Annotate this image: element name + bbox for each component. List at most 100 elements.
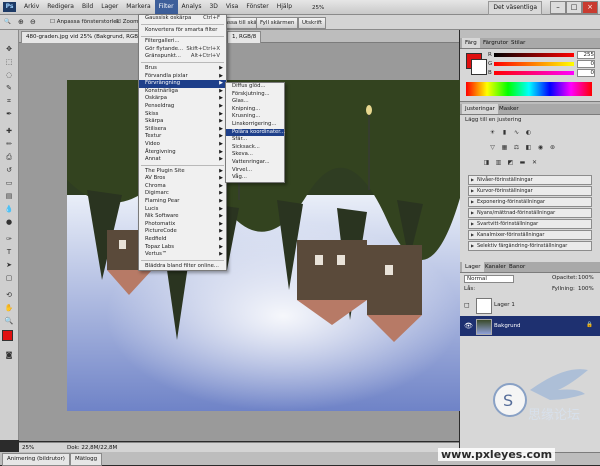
menu-item[interactable]: Oskärpa ▶ (139, 95, 226, 103)
menu-7[interactable]: 3D (205, 0, 221, 14)
tab-adjustments[interactable]: Justeringar (462, 104, 498, 114)
menu-item[interactable]: Förvrängning ▶ (139, 80, 226, 88)
layer-row-background[interactable]: 👁 Bakgrund 🔒 (460, 316, 600, 336)
menu-item[interactable]: Annat ▶ (139, 156, 226, 164)
menu-item[interactable]: Redfield ▶ (139, 236, 226, 244)
menu-1[interactable]: Redigera (43, 0, 78, 14)
type-tool-icon[interactable]: T (3, 247, 15, 258)
channel-b-slider[interactable] (494, 71, 574, 75)
channel-g-slider[interactable] (494, 62, 574, 66)
preset-item[interactable]: Exponering-förinställningar (468, 197, 592, 207)
menu-item[interactable]: Digimarc ▶ (139, 190, 226, 198)
menu-item[interactable]: Konstnärliga ▶ (139, 88, 226, 96)
shape-tool-icon[interactable]: ▢ (3, 273, 15, 284)
3d-rotate-tool-icon[interactable]: ⟲ (3, 290, 15, 301)
menu-item[interactable]: Filtergalleri... (139, 38, 226, 46)
foreground-color-swatch[interactable] (2, 330, 13, 341)
zoom-in-icon[interactable]: ⊕ (18, 17, 24, 27)
menu-item[interactable]: AV Bros ▶ (139, 175, 226, 183)
menu-6[interactable]: Analys (178, 0, 206, 14)
menu-8[interactable]: Visa (222, 0, 242, 14)
menu-item[interactable]: Diffus glöd... (226, 83, 284, 91)
menu-item[interactable]: Virvel... (226, 167, 284, 175)
minimize-button[interactable]: – (550, 1, 566, 14)
menu-9[interactable]: Fönster (242, 0, 272, 14)
channel-g-value[interactable]: 0 (577, 60, 595, 68)
menu-item[interactable]: Linskorrigering... (226, 121, 284, 129)
quick-select-tool-icon[interactable]: ✎ (3, 83, 15, 94)
eyedropper-tool-icon[interactable]: ✒ (3, 109, 15, 120)
menu-item[interactable]: Återgivning ▶ (139, 149, 226, 157)
menu-item[interactable]: Sfär... (226, 136, 284, 144)
menu-item[interactable]: Lucis ▶ (139, 206, 226, 214)
menu-4[interactable]: Markera (122, 0, 154, 14)
layer-background-name[interactable]: Bakgrund (494, 323, 521, 329)
quick-mask-icon[interactable]: ◙ (3, 350, 15, 361)
path-select-tool-icon[interactable]: ➤ (3, 260, 15, 271)
menu-item[interactable]: Textur ▶ (139, 133, 226, 141)
fill-screen-button[interactable]: Fyll skärmen (256, 17, 299, 29)
tab-masks[interactable]: Masker (496, 104, 522, 114)
tab-color[interactable]: Färg (462, 38, 480, 48)
preset-item[interactable]: Kanalmixer-förinställningar (468, 230, 592, 240)
print-size-button[interactable]: Utskrift (298, 17, 327, 29)
preset-item[interactable]: Selektiv färgändring-förinställningar (468, 241, 592, 251)
menu-item[interactable]: Flaming Pear ▶ (139, 198, 226, 206)
channel-r-value[interactable]: 255 (577, 51, 595, 59)
menu-item[interactable]: Bläddra bland filter online... (139, 263, 226, 271)
tab-layers[interactable]: Lager (462, 262, 484, 272)
menu-5[interactable]: Filter (154, 0, 178, 14)
menu-item[interactable]: Video ▶ (139, 141, 226, 149)
invert-icon[interactable]: ◨ (482, 159, 491, 167)
menu-item[interactable]: Skiss ▶ (139, 111, 226, 119)
menu-item[interactable]: Sicksack... (226, 144, 284, 152)
menu-item[interactable]: Glas... (226, 98, 284, 106)
opacity-value[interactable]: 100% (578, 275, 594, 281)
posterize-icon[interactable]: ▥ (494, 159, 503, 167)
crop-tool-icon[interactable]: ⌗ (3, 96, 15, 107)
tab-styles[interactable]: Stilar (508, 38, 528, 48)
pen-tool-icon[interactable]: ✑ (3, 234, 15, 245)
gradient-map-icon[interactable]: ▬ (518, 159, 527, 167)
close-button[interactable]: × (582, 1, 598, 14)
hue-saturation-icon[interactable]: ▦ (500, 144, 509, 152)
menu-item[interactable]: Vertus™ ▶ (139, 251, 226, 259)
brush-tool-icon[interactable]: ✏ (3, 139, 15, 150)
vibrance-icon[interactable]: ▽ (488, 144, 497, 152)
channel-r-slider[interactable] (494, 53, 574, 57)
tab-measurement-log[interactable]: Mätlogg (70, 453, 103, 466)
menu-item[interactable]: Topaz Labs ▶ (139, 244, 226, 252)
color-panel-background[interactable] (471, 59, 487, 75)
menu-item[interactable]: The Plugin Site ▶ (139, 168, 226, 176)
selective-color-icon[interactable]: ✕ (530, 159, 539, 167)
menu-item[interactable]: Vattenringar... (226, 159, 284, 167)
menu-item[interactable]: Brus ▶ (139, 65, 226, 73)
menu-item[interactable]: PictureCode ▶ (139, 228, 226, 236)
menu-item[interactable]: Polära koordinater... (226, 128, 285, 137)
menu-3[interactable]: Lager (97, 0, 122, 14)
levels-icon[interactable]: ▮ (500, 129, 509, 137)
menu-item[interactable]: Konvertera för smarta filter (139, 27, 226, 35)
marquee-tool-icon[interactable]: ⬚ (3, 57, 15, 68)
menu-item[interactable]: Chroma ▶ (139, 183, 226, 191)
menu-item[interactable]: Skärpa ▶ (139, 118, 226, 126)
lasso-tool-icon[interactable]: ◌ (3, 70, 15, 81)
menu-item[interactable]: Våg... (226, 174, 284, 182)
color-spectrum-bar[interactable] (466, 82, 592, 96)
layer-1-visibility-icon[interactable]: ◻ (464, 301, 470, 309)
channel-mixer-icon[interactable]: ⊛ (548, 144, 557, 152)
move-tool-icon[interactable]: ✥ (3, 44, 15, 55)
menu-item[interactable]: Förskjutning... (226, 91, 284, 99)
menubar-zoom[interactable]: 25% (312, 2, 324, 14)
menu-item[interactable]: Penseldrag ▶ (139, 103, 226, 111)
preset-item[interactable]: Kurvor-förinställningar (468, 186, 592, 196)
layer-1-name[interactable]: Lager 1 (494, 302, 515, 308)
dodge-tool-icon[interactable]: ● (3, 217, 15, 228)
photo-filter-icon[interactable]: ◉ (536, 144, 545, 152)
curves-icon[interactable]: ∿ (512, 129, 521, 137)
menu-item[interactable]: Nik Software ▶ (139, 213, 226, 221)
tab-paths[interactable]: Banor (506, 262, 528, 272)
menu-2[interactable]: Bild (78, 0, 97, 14)
resize-windows-checkbox[interactable]: ☐ Anpassa fönsterstorlek (50, 17, 120, 27)
healing-tool-icon[interactable]: ✚ (3, 126, 15, 137)
